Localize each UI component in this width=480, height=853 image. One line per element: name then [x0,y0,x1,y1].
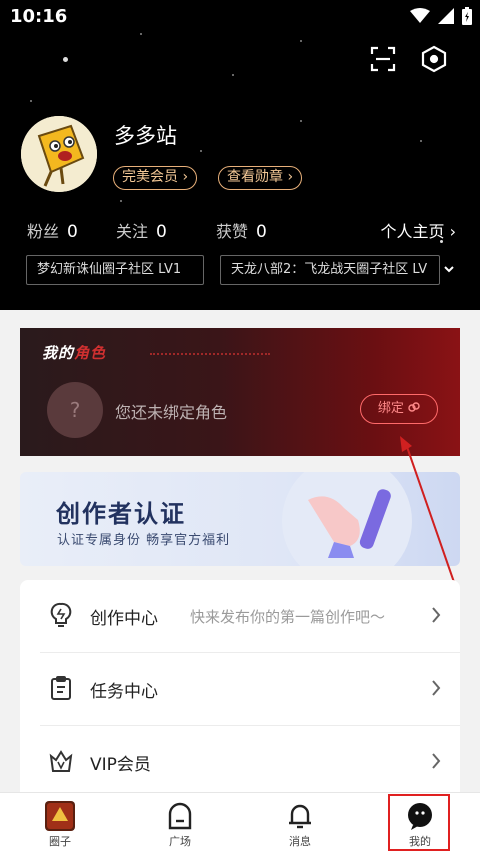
community-tag[interactable]: 天龙八部2：飞龙战天圈子社区 LV [220,255,440,285]
chevron-right-icon [432,753,441,769]
member-tag[interactable]: 完美会员 › [113,166,198,190]
stat-label: 关注 [116,222,149,241]
menu-item-creation-center[interactable]: 创作中心 快来发布你的第一篇创作吧～ [20,580,460,652]
status-bar: 10:16 [0,0,480,34]
scan-button[interactable] [366,42,400,76]
creator-subtitle: 认证专属身份 畅享官方福利 [57,533,231,548]
tab-label: 消息 [289,835,311,848]
community-tag[interactable]: 梦幻新诛仙圈子社区 LV1 [26,255,204,285]
tab-circle[interactable]: 圈子 [20,793,100,853]
bind-role-button[interactable]: 绑定 [360,394,438,424]
homepage-link[interactable]: 个人主页 › [381,218,457,242]
bind-label: 绑定 [377,401,404,416]
menu-item-vip[interactable]: VIP会员 [20,726,460,798]
menu-label: VIP会员 [90,755,151,775]
star-decoration [200,150,202,152]
tab-label: 圈子 [49,835,71,848]
status-time: 10:16 [10,6,68,27]
avatar[interactable] [21,116,97,192]
stat-value: 0 [67,222,78,242]
plaza-icon [168,802,192,830]
creator-certification-banner[interactable]: 创作者认证 认证专属身份 畅享官方福利 [20,472,460,566]
creator-title: 创作者认证 [56,500,186,528]
tab-label: 广场 [169,835,191,848]
tab-plaza[interactable]: 广场 [140,793,220,853]
star-decoration [300,40,302,42]
tab-messages[interactable]: 消息 [260,793,340,853]
menu-item-task-center[interactable]: 任务中心 [20,653,460,725]
settings-button[interactable] [417,42,451,76]
menu-desc: 快来发布你的第一篇创作吧～ [190,608,386,626]
stat-value: 0 [256,222,267,242]
highlight-box [388,794,450,851]
chevron-down-icon[interactable] [443,264,455,274]
stat-label: 粉丝 [27,222,60,241]
vip-crown-icon [49,750,73,772]
role-title-part: 角色 [74,344,107,362]
stat-likes[interactable]: 获赞 0 [216,218,267,242]
menu-label: 创作中心 [90,609,158,629]
stat-fans[interactable]: 粉丝 0 [27,218,78,242]
link-icon [408,402,420,412]
menu-list: 创作中心 快来发布你的第一篇创作吧～ 任务中心 VIP会员 [20,580,460,792]
battery-icon [462,7,472,25]
profile-header: 10:16 多多站 完美会员 › 查看勋章 › 粉丝 0 关注 0 获赞 0 个人主页… [0,0,480,310]
stat-following[interactable]: 关注 0 [116,218,167,242]
scan-icon [370,46,396,72]
clipboard-icon [51,676,71,700]
nickname: 多多站 [114,124,177,148]
star-decoration [120,200,122,202]
settings-hexagon-icon [421,45,447,73]
signal-icon [438,8,454,24]
star-decoration [30,100,32,102]
role-card-title: 我的角色 [42,342,106,363]
avatar-character-image [21,116,97,192]
star-decoration [300,120,302,122]
chevron-right-icon [432,607,441,623]
chevron-right-icon [432,680,441,696]
medal-tag[interactable]: 查看勋章 › [218,166,303,190]
star-decoration [420,140,422,142]
stat-value: 0 [156,222,167,242]
lightbulb-icon [50,602,72,627]
game-thumbnail-icon [45,801,75,831]
role-empty-text: 您还未绑定角色 [115,403,228,422]
bell-icon [289,804,311,829]
menu-label: 任务中心 [90,682,158,702]
wifi-icon [410,8,430,23]
stat-label: 获赞 [216,222,249,241]
hand-pen-illustration [308,489,391,558]
role-placeholder-icon: ? [47,382,103,438]
star-decoration [232,74,234,76]
star-decoration [63,57,68,62]
decorative-dots [150,353,270,355]
role-title-part: 我的 [42,344,75,362]
role-card: 我的角色 ? 您还未绑定角色 绑定 [20,328,460,456]
